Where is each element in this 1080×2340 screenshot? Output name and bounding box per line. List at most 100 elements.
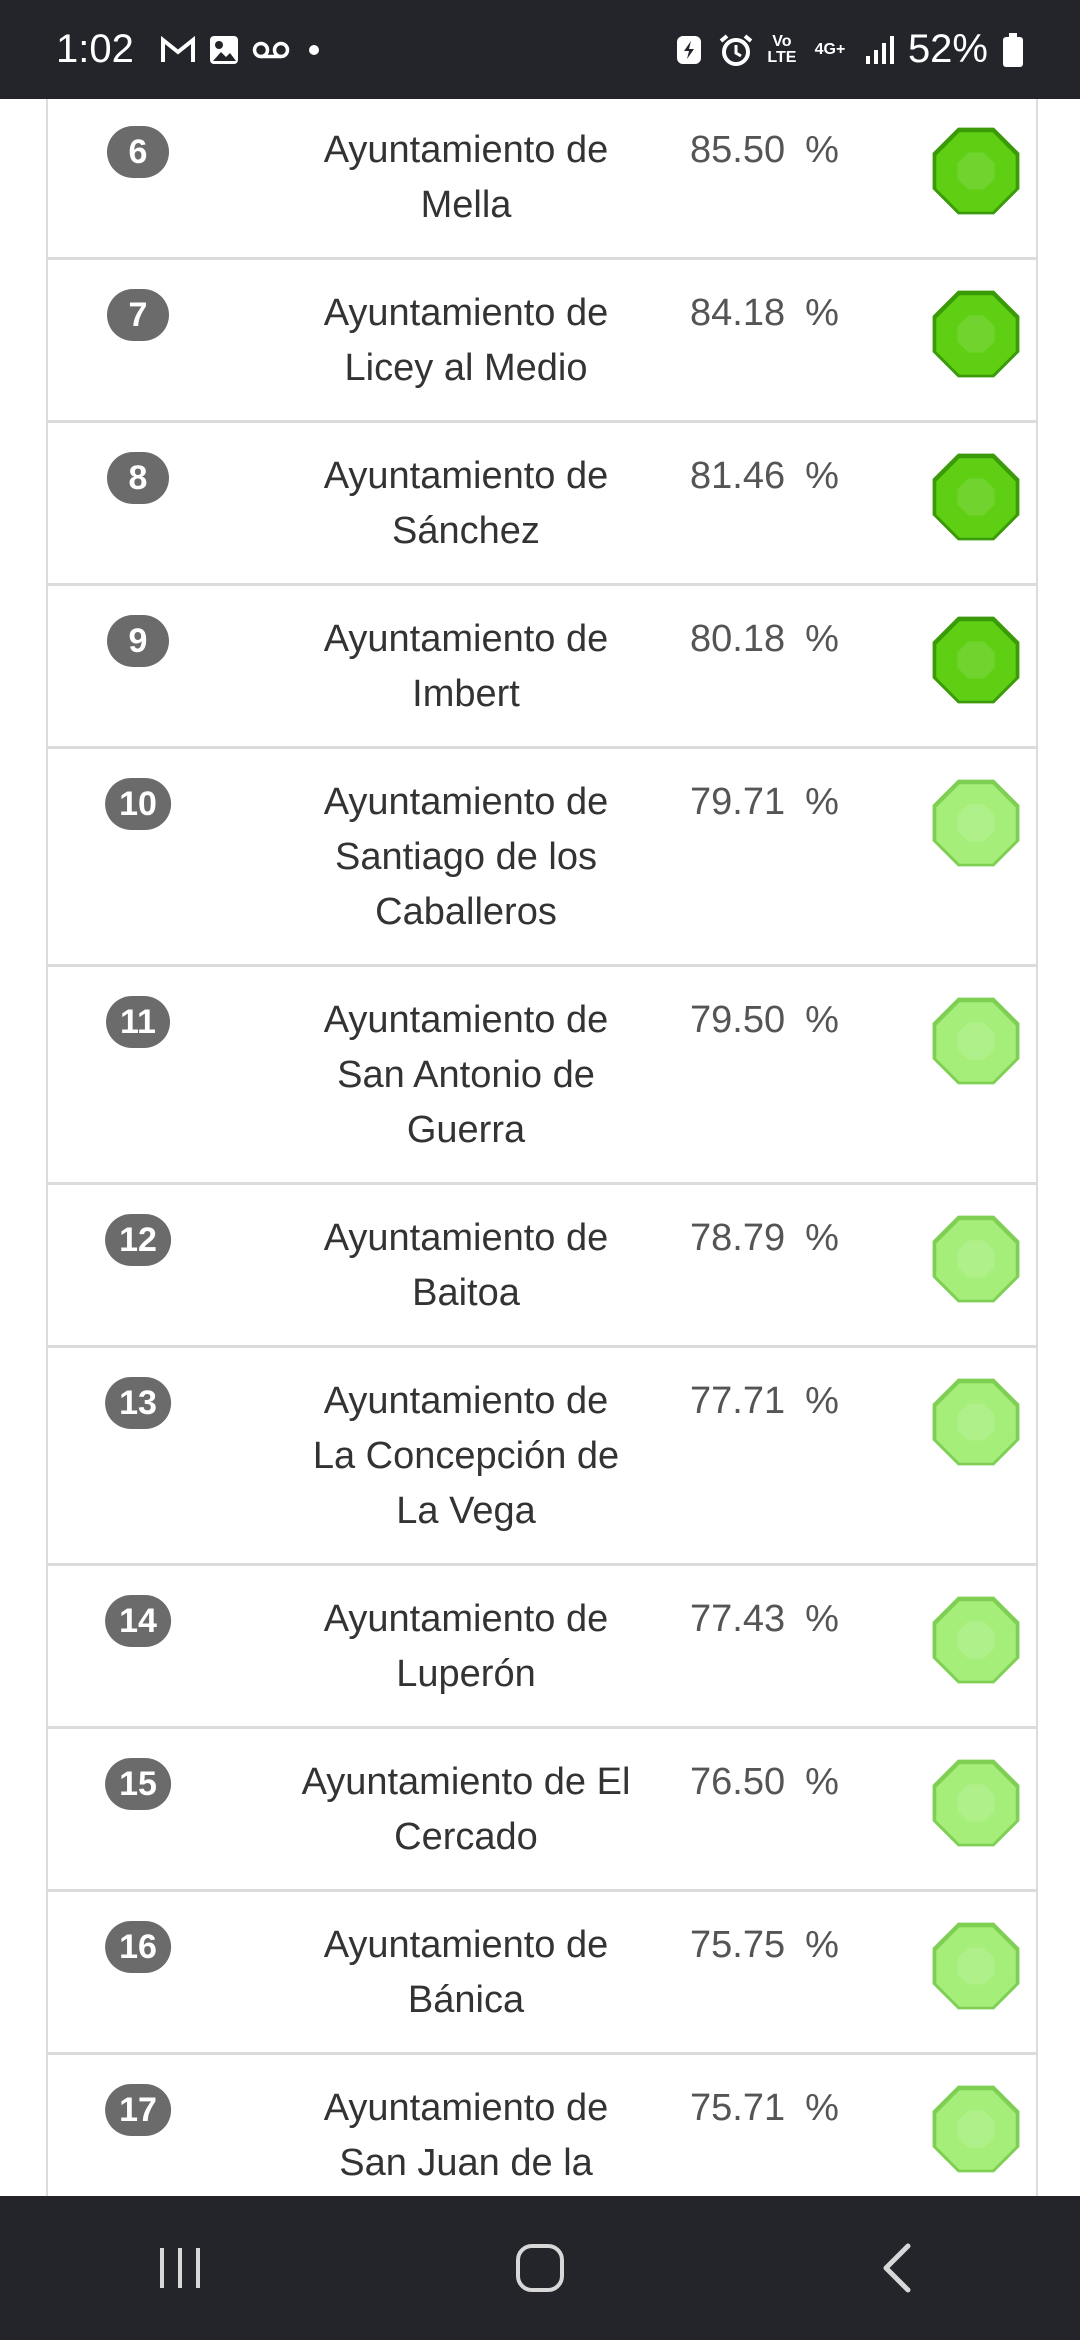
score-number: 80.18 xyxy=(690,618,786,660)
municipality-name: Ayuntamiento de Bánica xyxy=(323,1924,609,2021)
municipality-name: Ayuntamiento de Luperón xyxy=(323,1598,609,1695)
performance-badge-icon xyxy=(932,616,1020,704)
score-number: 85.50 xyxy=(690,129,786,171)
performance-badge-icon xyxy=(932,1215,1020,1303)
battery-percent: 52% xyxy=(907,27,988,71)
table-row: 7 Ayuntamiento de Licey al Medio 84.18% xyxy=(48,260,1036,423)
municipality-name: Ayuntamiento de Baitoa xyxy=(323,1217,609,1314)
performance-badge-icon xyxy=(932,453,1020,541)
table-row: 9 Ayuntamiento de Imbert 80.18% xyxy=(48,586,1036,749)
signal-icon xyxy=(864,34,894,66)
table-row: 17 Ayuntamiento de San Juan de la 75.71% xyxy=(48,2055,1036,2196)
score-unit: % xyxy=(805,292,839,334)
score-unit: % xyxy=(805,999,839,1041)
municipality-name: Ayuntamiento de El Cercado xyxy=(301,1761,631,1858)
score-number: 75.75 xyxy=(690,1924,786,1966)
score-unit: % xyxy=(805,455,839,497)
score-number: 77.43 xyxy=(690,1598,786,1640)
home-icon xyxy=(516,2244,564,2292)
rank-badge: 11 xyxy=(106,996,170,1048)
score-unit: % xyxy=(805,1380,839,1422)
municipality-name: Ayuntamiento de La Concepción de La Vega xyxy=(312,1380,620,1532)
rank-badge: 17 xyxy=(105,2084,171,2136)
notification-dot-icon xyxy=(302,38,326,62)
score-value: 80.18% xyxy=(690,612,839,667)
performance-badge-icon xyxy=(932,1759,1020,1847)
score-value: 84.18% xyxy=(690,286,839,341)
rank-badge: 10 xyxy=(105,778,171,830)
score-number: 77.71 xyxy=(690,1380,786,1422)
rank-badge: 12 xyxy=(105,1214,171,1266)
table-row: 13 Ayuntamiento de La Concepción de La V… xyxy=(48,1348,1036,1566)
score-number: 84.18 xyxy=(690,292,786,334)
performance-badge-icon xyxy=(932,1378,1020,1466)
voicemail-icon xyxy=(252,38,290,62)
performance-badge-icon xyxy=(932,290,1020,378)
score-number: 79.71 xyxy=(690,781,786,823)
score-unit: % xyxy=(805,781,839,823)
recent-apps-icon xyxy=(160,2248,200,2288)
table-row: 6 Ayuntamiento de Mella 85.50% xyxy=(48,99,1036,260)
score-unit: % xyxy=(805,1761,839,1803)
municipality-name: Ayuntamiento de San Antonio de Guerra xyxy=(323,999,609,1151)
status-bar-right: Vo LTE 4G+ 52% xyxy=(674,27,1024,72)
rank-badge: 13 xyxy=(105,1377,171,1429)
score-value: 81.46% xyxy=(690,449,839,504)
battery-saver-icon xyxy=(674,33,704,67)
gallery-icon xyxy=(208,34,240,66)
score-value: 79.50% xyxy=(690,993,839,1048)
rank-badge: 16 xyxy=(105,1921,171,1973)
status-time: 1:02 xyxy=(56,27,134,71)
status-bar-left: 1:02 xyxy=(56,27,326,72)
municipality-name: Ayuntamiento de Mella xyxy=(323,129,609,226)
table-row: 14 Ayuntamiento de Luperón 77.43% xyxy=(48,1566,1036,1729)
gmail-icon xyxy=(160,35,196,65)
municipality-name: Ayuntamiento de Imbert xyxy=(323,618,609,715)
rank-badge: 9 xyxy=(107,615,169,667)
navigation-bar xyxy=(0,2196,1080,2340)
ranking-list-viewport[interactable]: 6 Ayuntamiento de Mella 85.50% 7 Ayuntam… xyxy=(0,99,1080,2196)
table-row: 16 Ayuntamiento de Bánica 75.75% xyxy=(48,1892,1036,2055)
municipality-name: Ayuntamiento de Sánchez xyxy=(323,455,609,552)
performance-badge-icon xyxy=(932,127,1020,215)
table-row: 11 Ayuntamiento de San Antonio de Guerra… xyxy=(48,967,1036,1185)
score-value: 75.71% xyxy=(690,2081,839,2136)
score-value: 75.75% xyxy=(690,1918,839,1973)
table-row: 8 Ayuntamiento de Sánchez 81.46% xyxy=(48,423,1036,586)
rank-badge: 6 xyxy=(107,126,169,178)
rank-badge: 7 xyxy=(107,289,169,341)
performance-badge-icon xyxy=(932,1596,1020,1684)
table-row: 10 Ayuntamiento de Santiago de los Cabal… xyxy=(48,749,1036,967)
score-value: 77.71% xyxy=(690,1374,839,1429)
back-button[interactable] xyxy=(840,2208,960,2328)
performance-badge-icon xyxy=(932,2085,1020,2173)
rank-badge: 8 xyxy=(107,452,169,504)
score-value: 76.50% xyxy=(690,1755,839,1810)
score-number: 75.71 xyxy=(690,2087,786,2129)
municipality-name: Ayuntamiento de Santiago de los Caballer… xyxy=(323,781,609,933)
score-value: 79.71% xyxy=(690,775,839,830)
score-number: 78.79 xyxy=(690,1217,786,1259)
table-row: 15 Ayuntamiento de El Cercado 76.50% xyxy=(48,1729,1036,1892)
score-unit: % xyxy=(805,1598,839,1640)
alarm-icon xyxy=(718,32,754,68)
performance-badge-icon xyxy=(932,997,1020,1085)
home-button[interactable] xyxy=(480,2208,600,2328)
score-unit: % xyxy=(805,1924,839,1966)
volte-icon: Vo LTE xyxy=(767,32,797,66)
score-unit: % xyxy=(805,129,839,171)
recent-apps-button[interactable] xyxy=(120,2208,240,2328)
ranking-table: 6 Ayuntamiento de Mella 85.50% 7 Ayuntam… xyxy=(46,99,1038,2196)
score-value: 78.79% xyxy=(690,1211,839,1266)
score-value: 77.43% xyxy=(690,1592,839,1647)
score-unit: % xyxy=(805,1217,839,1259)
performance-badge-icon xyxy=(932,779,1020,867)
rank-badge: 14 xyxy=(105,1595,171,1647)
score-number: 79.50 xyxy=(690,999,786,1041)
battery-icon xyxy=(1002,32,1024,68)
performance-badge-icon xyxy=(932,1922,1020,2010)
status-bar: 1:02 Vo LTE 4G+ 52% xyxy=(0,0,1080,99)
municipality-name: Ayuntamiento de San Juan de la xyxy=(323,2087,609,2184)
score-value: 85.50% xyxy=(690,123,839,178)
network-type-icon: 4G+ xyxy=(814,40,846,58)
